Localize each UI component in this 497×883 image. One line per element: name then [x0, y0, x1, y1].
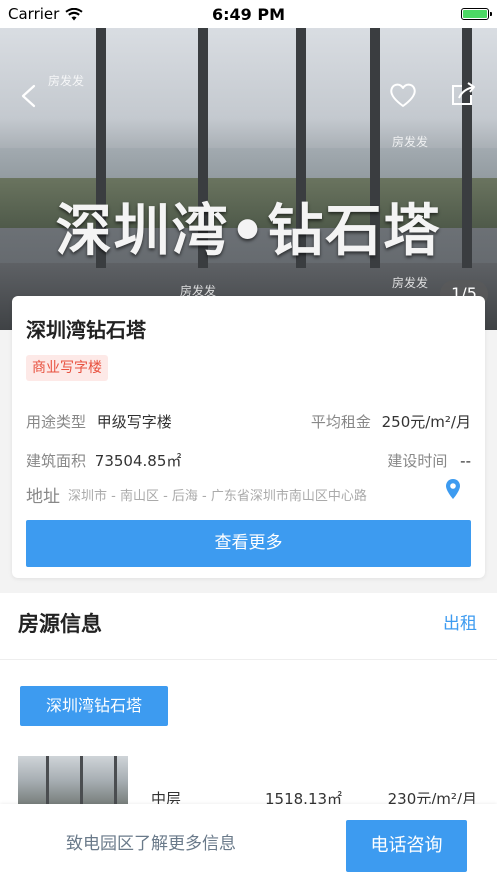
- status-bar: Carrier 6:49 PM: [0, 0, 497, 28]
- building-name: 深圳湾钻石塔: [26, 318, 146, 342]
- usage-row: 用途类型 甲级写字楼: [26, 411, 172, 432]
- view-more-button[interactable]: 查看更多: [26, 520, 471, 567]
- status-time: 6:49 PM: [211, 4, 285, 24]
- address-row[interactable]: 地址 深圳市 - 南山区 - 后海 - 广东省深圳市南山区中心路: [26, 479, 471, 507]
- category-tag: 商业写字楼: [26, 355, 108, 381]
- chevron-left-icon[interactable]: [18, 84, 42, 108]
- avg-rent-value: 250元/m²/月: [381, 413, 471, 431]
- bottom-contact-bar: 致电园区了解更多信息 电话咨询: [0, 804, 497, 883]
- location-pin-icon[interactable]: [445, 478, 461, 500]
- build-time-value: --: [460, 452, 471, 470]
- battery-level: [463, 10, 487, 18]
- watermark: 房发发: [48, 74, 85, 88]
- avg-rent-row: 平均租金 250元/m²/月: [311, 411, 471, 432]
- avg-rent-label: 平均租金: [310, 413, 371, 431]
- listing-area: 深圳湾钻石塔 中层 1518.13㎡ 230元/m²/月: [0, 660, 497, 810]
- watermark: 房发发: [392, 276, 429, 290]
- building-info-card: 深圳湾钻石塔 商业写字楼 用途类型 甲级写字楼 平均租金 250元/m²/月 建…: [12, 296, 485, 578]
- contact-prompt: 致电园区了解更多信息: [66, 834, 236, 854]
- area-row: 建筑面积 73504.85㎡: [26, 450, 181, 471]
- area-label: 建筑面积: [26, 452, 87, 470]
- build-time-label: 建设时间: [387, 452, 448, 470]
- battery-icon: [461, 8, 492, 20]
- build-time-row: 建设时间 --: [387, 450, 471, 471]
- section-title: 房源信息: [18, 612, 102, 636]
- usage-value: 甲级写字楼: [96, 413, 172, 431]
- unit-thumbnail[interactable]: [18, 756, 128, 810]
- hero-image[interactable]: 深圳湾•钻石塔 房发发 房发发 房发发 房发发 1/5: [0, 28, 497, 330]
- rent-link[interactable]: 出租: [443, 609, 477, 634]
- hero-photo-text: 深圳湾•钻石塔: [55, 199, 442, 264]
- usage-label: 用途类型: [26, 413, 87, 431]
- status-right: [461, 8, 497, 20]
- address-label: 地址: [26, 487, 60, 507]
- listing-section-header: 房源信息 出租: [0, 593, 497, 660]
- watermark: 房发发: [392, 135, 429, 149]
- address-value: 深圳市 - 南山区 - 后海 - 广东省深圳市南山区中心路: [68, 489, 367, 504]
- share-icon[interactable]: [449, 80, 477, 108]
- phone-consult-button[interactable]: 电话咨询: [346, 820, 467, 872]
- heart-icon[interactable]: [388, 80, 418, 110]
- building-chip[interactable]: 深圳湾钻石塔: [20, 686, 168, 726]
- area-value: 73504.85㎡: [94, 452, 182, 470]
